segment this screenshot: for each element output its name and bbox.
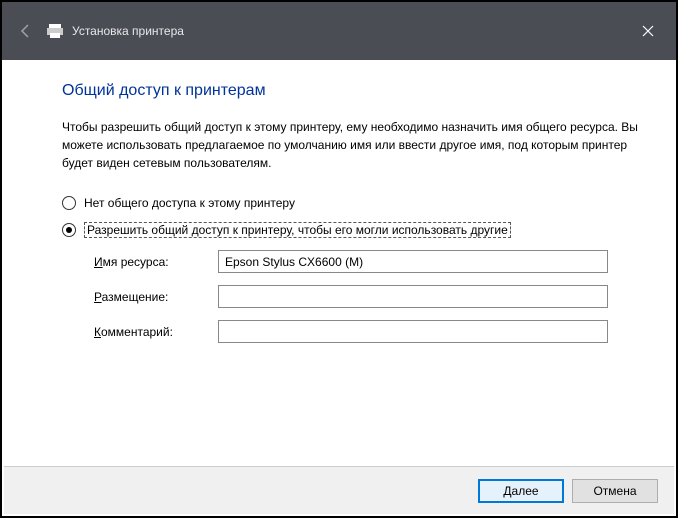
- button-bar: Далее Отмена: [4, 466, 674, 514]
- radio-no-sharing[interactable]: Нет общего доступа к этому принтеру: [62, 196, 638, 210]
- titlebar: Установка принтера: [2, 2, 676, 60]
- label-comment: Комментарий:: [94, 325, 218, 339]
- label-share-name: Имя ресурса:: [94, 255, 218, 269]
- page-heading: Общий доступ к принтерам: [62, 82, 638, 100]
- label-location: Размещение:: [94, 290, 218, 304]
- input-share-name[interactable]: [218, 250, 608, 273]
- cancel-button[interactable]: Отмена: [572, 479, 658, 503]
- row-share-name: Имя ресурса:: [94, 250, 638, 273]
- content-area: Общий доступ к принтерам Чтобы разрешить…: [2, 60, 676, 343]
- radio-icon-checked: [62, 223, 76, 237]
- sharing-form: Имя ресурса: Размещение: Комментарий:: [94, 250, 638, 343]
- radio-label: Нет общего доступа к этому принтеру: [84, 196, 295, 210]
- input-comment[interactable]: [218, 320, 608, 343]
- close-button[interactable]: [628, 11, 668, 51]
- back-arrow-icon[interactable]: [18, 23, 34, 39]
- radio-label: Разрешить общий доступ к принтеру, чтобы…: [84, 222, 511, 238]
- printer-icon: [46, 22, 64, 40]
- page-description: Чтобы разрешить общий доступ к этому при…: [62, 118, 638, 172]
- input-location[interactable]: [218, 285, 608, 308]
- radio-enable-sharing[interactable]: Разрешить общий доступ к принтеру, чтобы…: [62, 222, 638, 238]
- radio-icon: [62, 196, 76, 210]
- row-location: Размещение:: [94, 285, 638, 308]
- row-comment: Комментарий:: [94, 320, 638, 343]
- window-title: Установка принтера: [72, 24, 184, 38]
- next-button[interactable]: Далее: [478, 479, 564, 503]
